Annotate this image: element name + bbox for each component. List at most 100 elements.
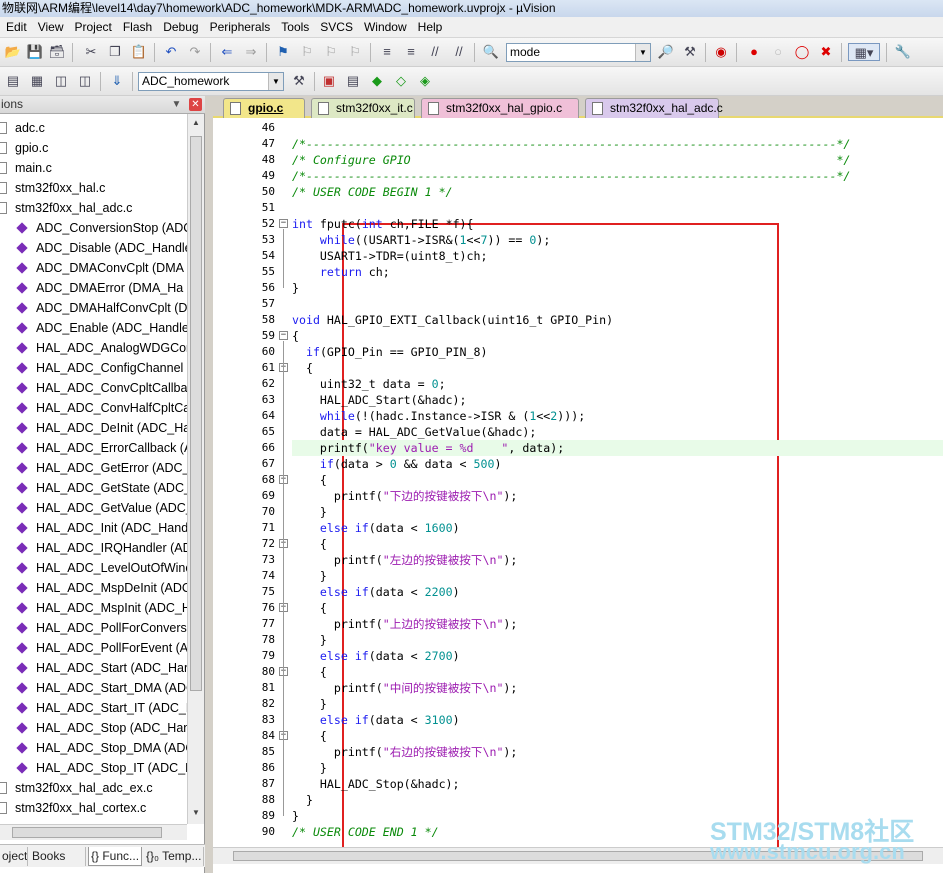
window-layout-icon[interactable]: ▦▾	[848, 43, 880, 61]
editor-horizontal-scrollbar[interactable]	[213, 847, 943, 864]
prev-bookmark-icon[interactable]: ⚐	[298, 43, 316, 61]
fold-collapse-icon[interactable]: −	[279, 219, 288, 228]
tree-function-item[interactable]: HAL_ADC_Start (ADC_Hanc	[0, 658, 187, 678]
save-icon[interactable]: 💾	[26, 43, 44, 61]
rebuild-icon[interactable]: ◫	[52, 72, 70, 90]
tree-function-item[interactable]: ADC_DMAError (DMA_Ha	[0, 278, 187, 298]
pack-installer-icon[interactable]: ◇	[392, 72, 410, 90]
code-area[interactable]: /*--------------------------------------…	[292, 118, 943, 848]
scroll-thumb[interactable]	[190, 136, 202, 691]
manage-rte-icon[interactable]: ◆	[368, 72, 386, 90]
tree-function-item[interactable]: HAL_ADC_ConvCpltCallba	[0, 378, 187, 398]
enable-breakpoint-icon[interactable]: ○	[769, 43, 787, 61]
select-packs-icon[interactable]: ▤	[344, 72, 362, 90]
configure-icon[interactable]: 🔧	[894, 43, 912, 61]
tree-function-item[interactable]: HAL_ADC_LevelOutOfWinc	[0, 558, 187, 578]
navigate-back-icon[interactable]: ⇐	[218, 43, 236, 61]
navigate-forward-icon[interactable]: ⇒	[242, 43, 260, 61]
tree-function-item[interactable]: HAL_ADC_PollForConversi	[0, 618, 187, 638]
menu-view[interactable]: View	[32, 17, 69, 37]
menu-debug[interactable]: Debug	[157, 17, 203, 37]
next-bookmark-icon[interactable]: ⚐	[322, 43, 340, 61]
tree-file-item[interactable]: stm32f0xx_hal_adc_ex.c	[0, 778, 187, 798]
chevron-down-icon[interactable]: ▼	[268, 73, 283, 90]
tree-function-item[interactable]: HAL_ADC_IRQHandler (AD	[0, 538, 187, 558]
tab-templates[interactable]: {}₀ Temp...	[144, 847, 204, 866]
download-icon[interactable]: ⇓	[108, 72, 126, 90]
build-icon[interactable]: ▦	[28, 72, 46, 90]
menu-peripherals[interactable]: Peripherals	[204, 17, 276, 37]
tree-function-item[interactable]: ADC_DMAConvCplt (DMA	[0, 258, 187, 278]
editor-tab[interactable]: stm32f0xx_hal_adc.c	[585, 98, 723, 118]
target-options-icon[interactable]: ⚒	[290, 72, 308, 90]
tree-file-item[interactable]: main.c	[0, 158, 187, 178]
uncomment-icon[interactable]: //	[450, 43, 468, 61]
find-combo[interactable]: mode ▼	[506, 43, 651, 62]
tree-function-item[interactable]: HAL_ADC_ConvHalfCpltCa	[0, 398, 187, 418]
tree-file-item[interactable]: gpio.c	[0, 138, 187, 158]
pin-icon[interactable]: ▼	[170, 98, 183, 111]
tree-function-item[interactable]: HAL_ADC_PollForEvent (AI	[0, 638, 187, 658]
tree-function-item[interactable]: ADC_ConversionStop (ADC	[0, 218, 187, 238]
menu-svcs[interactable]: SVCS	[314, 17, 358, 37]
bookmark-icon[interactable]: ⚑	[274, 43, 292, 61]
tree-function-item[interactable]: HAL_ADC_GetValue (ADC_	[0, 498, 187, 518]
tree-file-item[interactable]: stm32f0xx_hal.c	[0, 178, 187, 198]
tree-function-item[interactable]: HAL_ADC_MspDeInit (ADC	[0, 578, 187, 598]
clear-bookmarks-icon[interactable]: ⚐	[346, 43, 364, 61]
tab-project[interactable]: oject	[0, 847, 28, 866]
indent-icon[interactable]: ≡	[378, 43, 396, 61]
tree-function-item[interactable]: HAL_ADC_GetError (ADC_	[0, 458, 187, 478]
batch-build-icon[interactable]: ◫	[76, 72, 94, 90]
tree-function-item[interactable]: HAL_ADC_MspInit (ADC_H	[0, 598, 187, 618]
scroll-thumb[interactable]	[12, 827, 162, 838]
tree-function-item[interactable]: ADC_Disable (ADC_Handle	[0, 238, 187, 258]
tree-function-item[interactable]: HAL_ADC_Stop (ADC_Hanc	[0, 718, 187, 738]
menu-help[interactable]: Help	[412, 17, 448, 37]
manage-project-items-icon[interactable]: ▣	[320, 72, 338, 90]
tab-functions[interactable]: {} Func...	[88, 847, 142, 866]
tree-file-item[interactable]: stm32f0xx_hal_cortex.c	[0, 798, 187, 818]
tree-function-item[interactable]: ADC_DMAHalfConvCplt (D	[0, 298, 187, 318]
paste-icon[interactable]: 📋	[130, 43, 148, 61]
editor-tab[interactable]: stm32f0xx_it.c	[311, 98, 415, 118]
editor-tab[interactable]: gpio.c	[223, 98, 305, 118]
fold-collapse-icon[interactable]: −	[279, 331, 288, 340]
menu-project[interactable]: Project	[68, 17, 116, 37]
scroll-up-icon[interactable]: ▲	[190, 116, 202, 130]
tree-function-item[interactable]: HAL_ADC_ConfigChannel (	[0, 358, 187, 378]
tree-function-item[interactable]: HAL_ADC_Init (ADC_Handl	[0, 518, 187, 538]
tree-function-item[interactable]: ADC_Enable (ADC_Handle	[0, 318, 187, 338]
tree-function-item[interactable]: HAL_ADC_GetState (ADC_I	[0, 478, 187, 498]
tree-function-item[interactable]: HAL_ADC_Start_DMA (ADC	[0, 678, 187, 698]
tree-function-item[interactable]: HAL_ADC_Start_IT (ADC_H	[0, 698, 187, 718]
tree-function-item[interactable]: HAL_ADC_AnalogWDGCon	[0, 338, 187, 358]
tree-function-item[interactable]: HAL_ADC_Stop_DMA (ADC	[0, 738, 187, 758]
unindent-icon[interactable]: ≡	[402, 43, 420, 61]
chevron-down-icon[interactable]: ▼	[635, 44, 650, 61]
tree-file-item[interactable]: adc.c	[0, 118, 187, 138]
translate-icon[interactable]: ▤	[4, 72, 22, 90]
disable-breakpoints-icon[interactable]: ◯	[793, 43, 811, 61]
target-combo[interactable]: ADC_homework ▼	[138, 72, 284, 91]
vertical-scrollbar[interactable]: ▲ ▼	[187, 114, 204, 824]
menu-tools[interactable]: Tools	[275, 17, 314, 37]
scroll-thumb[interactable]	[233, 851, 923, 861]
horizontal-scrollbar[interactable]	[0, 824, 187, 840]
tree-function-item[interactable]: HAL_ADC_DeInit (ADC_Ha	[0, 418, 187, 438]
scroll-down-icon[interactable]: ▼	[190, 806, 202, 820]
incremental-find-icon[interactable]: ⚒	[681, 43, 699, 61]
menu-edit[interactable]: Edit	[0, 17, 32, 37]
cut-icon[interactable]: ✂	[82, 43, 100, 61]
kill-breakpoints-icon[interactable]: ✖	[817, 43, 835, 61]
redo-icon[interactable]: ↷	[186, 43, 204, 61]
editor-tab[interactable]: stm32f0xx_hal_gpio.c	[421, 98, 579, 118]
undo-icon[interactable]: ↶	[162, 43, 180, 61]
open-folder-icon[interactable]: 📂	[4, 43, 22, 61]
save-all-icon[interactable]: 🗃	[48, 43, 66, 61]
start-debug-icon[interactable]: ◉	[712, 43, 730, 61]
menu-flash[interactable]: Flash	[117, 17, 157, 37]
tree-file-item[interactable]: stm32f0xx_hal_adc.c	[0, 198, 187, 218]
find-in-files-icon[interactable]: 🔍	[482, 43, 500, 61]
rte-icon[interactable]: ◈	[416, 72, 434, 90]
